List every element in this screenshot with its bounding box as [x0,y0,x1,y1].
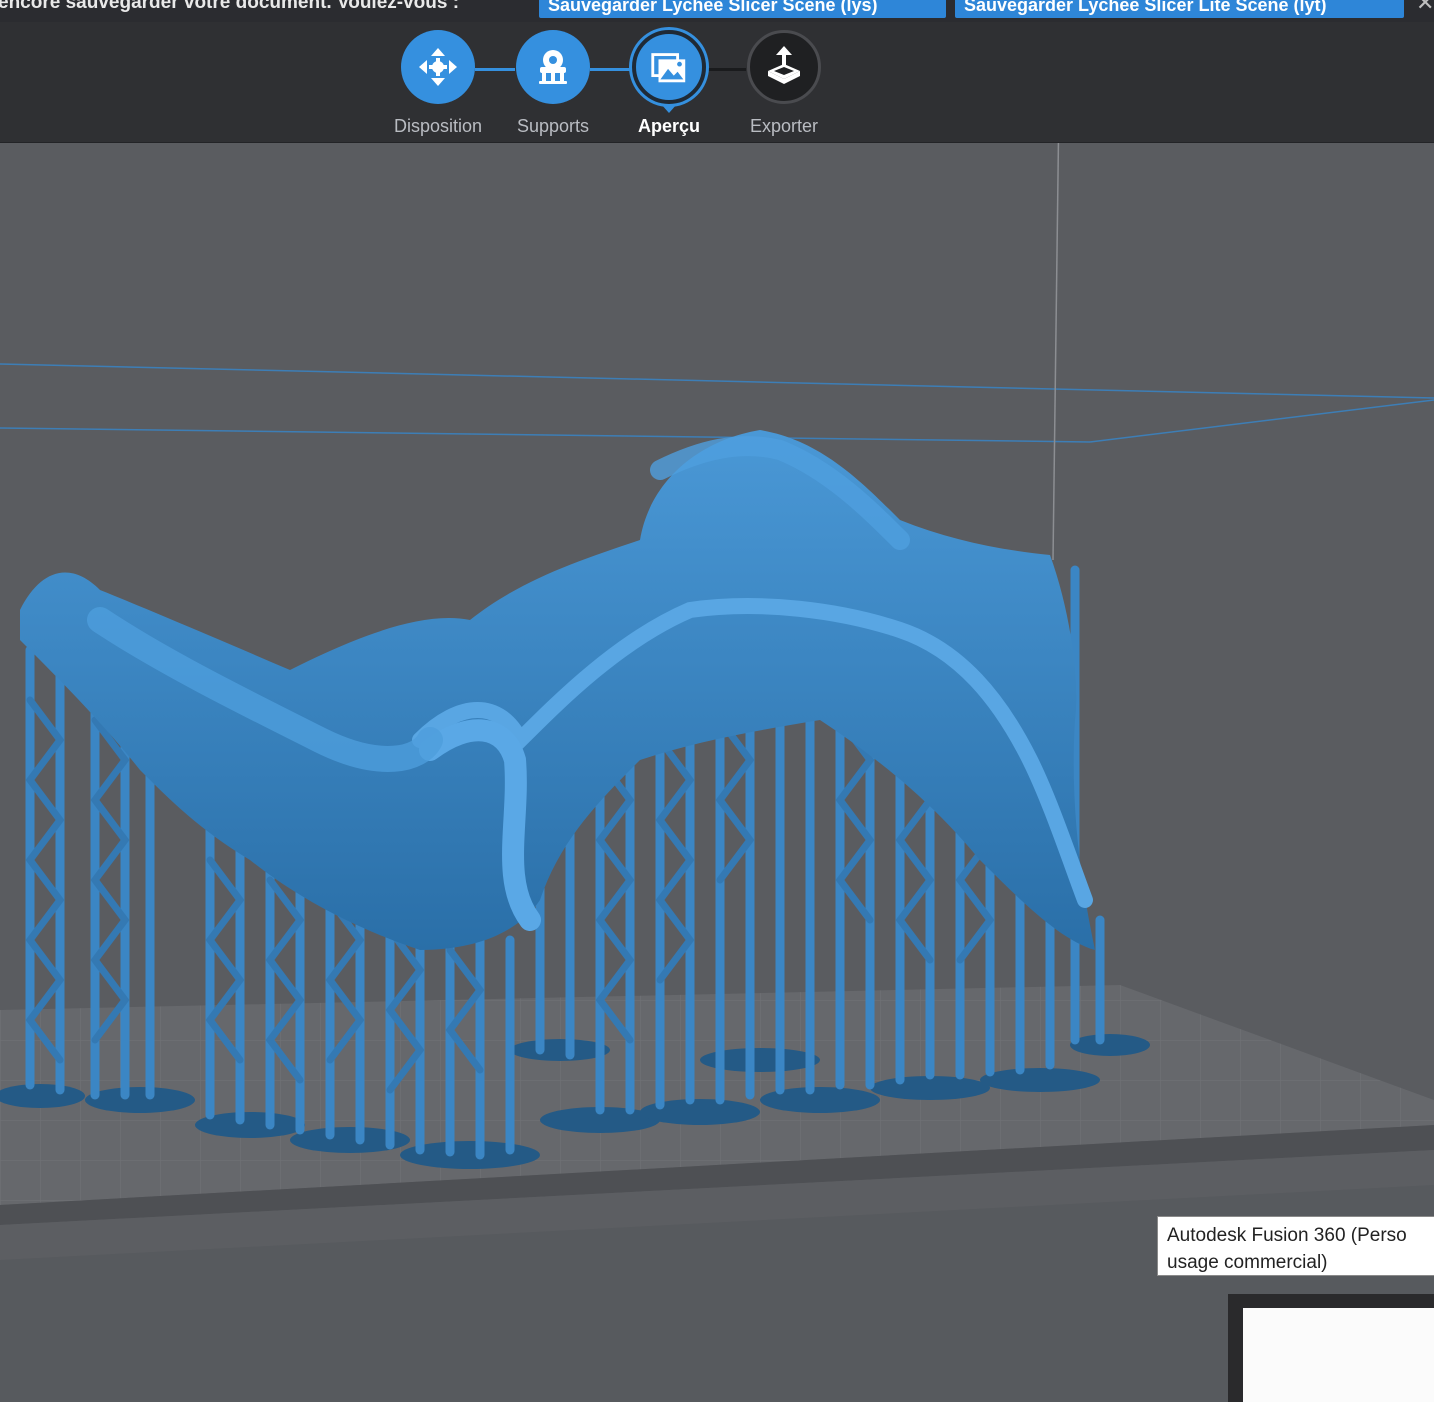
step-disposition-button[interactable] [401,30,475,104]
step-disposition-label: Disposition [393,116,483,136]
3d-viewport[interactable] [0,143,1434,1402]
step-supports[interactable]: Supports [498,30,608,137]
workflow-toolbar: Disposition Supports Aperçu Exporter [0,22,1434,143]
save-notification-bar: encore sauvegarder votre document. Voule… [0,0,1434,22]
step-exporter-button[interactable] [747,30,821,104]
step-exporter[interactable]: Exporter [729,30,839,137]
step-exporter-label: Exporter [749,116,819,136]
move-arrows-icon [419,48,457,86]
taskbar-tooltip: Autodesk Fusion 360 (Perso usage commerc… [1157,1216,1434,1276]
active-step-pointer [661,104,677,113]
notification-message: encore sauvegarder votre document. Voule… [0,0,460,13]
thumbnail-preview [1243,1308,1434,1402]
step-apercu[interactable]: Aperçu [614,30,724,137]
preview-image-icon [651,53,686,83]
save-lys-button[interactable]: Sauvegarder Lychee Slicer Scene (lys) [539,0,946,18]
supports-icon [539,50,567,84]
scene-render [0,143,1434,1402]
step-supports-label: Supports [516,116,590,136]
export-upload-icon [768,46,800,84]
save-lyt-button[interactable]: Sauvegarder Lychee Slicer Lite Scene (ly… [955,0,1404,18]
taskbar-window-thumbnail[interactable] [1228,1294,1434,1402]
tooltip-line-2: usage commercial) [1167,1252,1328,1273]
step-apercu-label: Aperçu [637,116,700,136]
step-disposition[interactable]: Disposition [383,30,493,137]
tooltip-line-1: Autodesk Fusion 360 (Perso [1167,1225,1407,1246]
close-icon[interactable]: ✕ [1416,0,1434,16]
step-supports-button[interactable] [516,30,590,104]
step-apercu-button[interactable] [632,30,706,104]
